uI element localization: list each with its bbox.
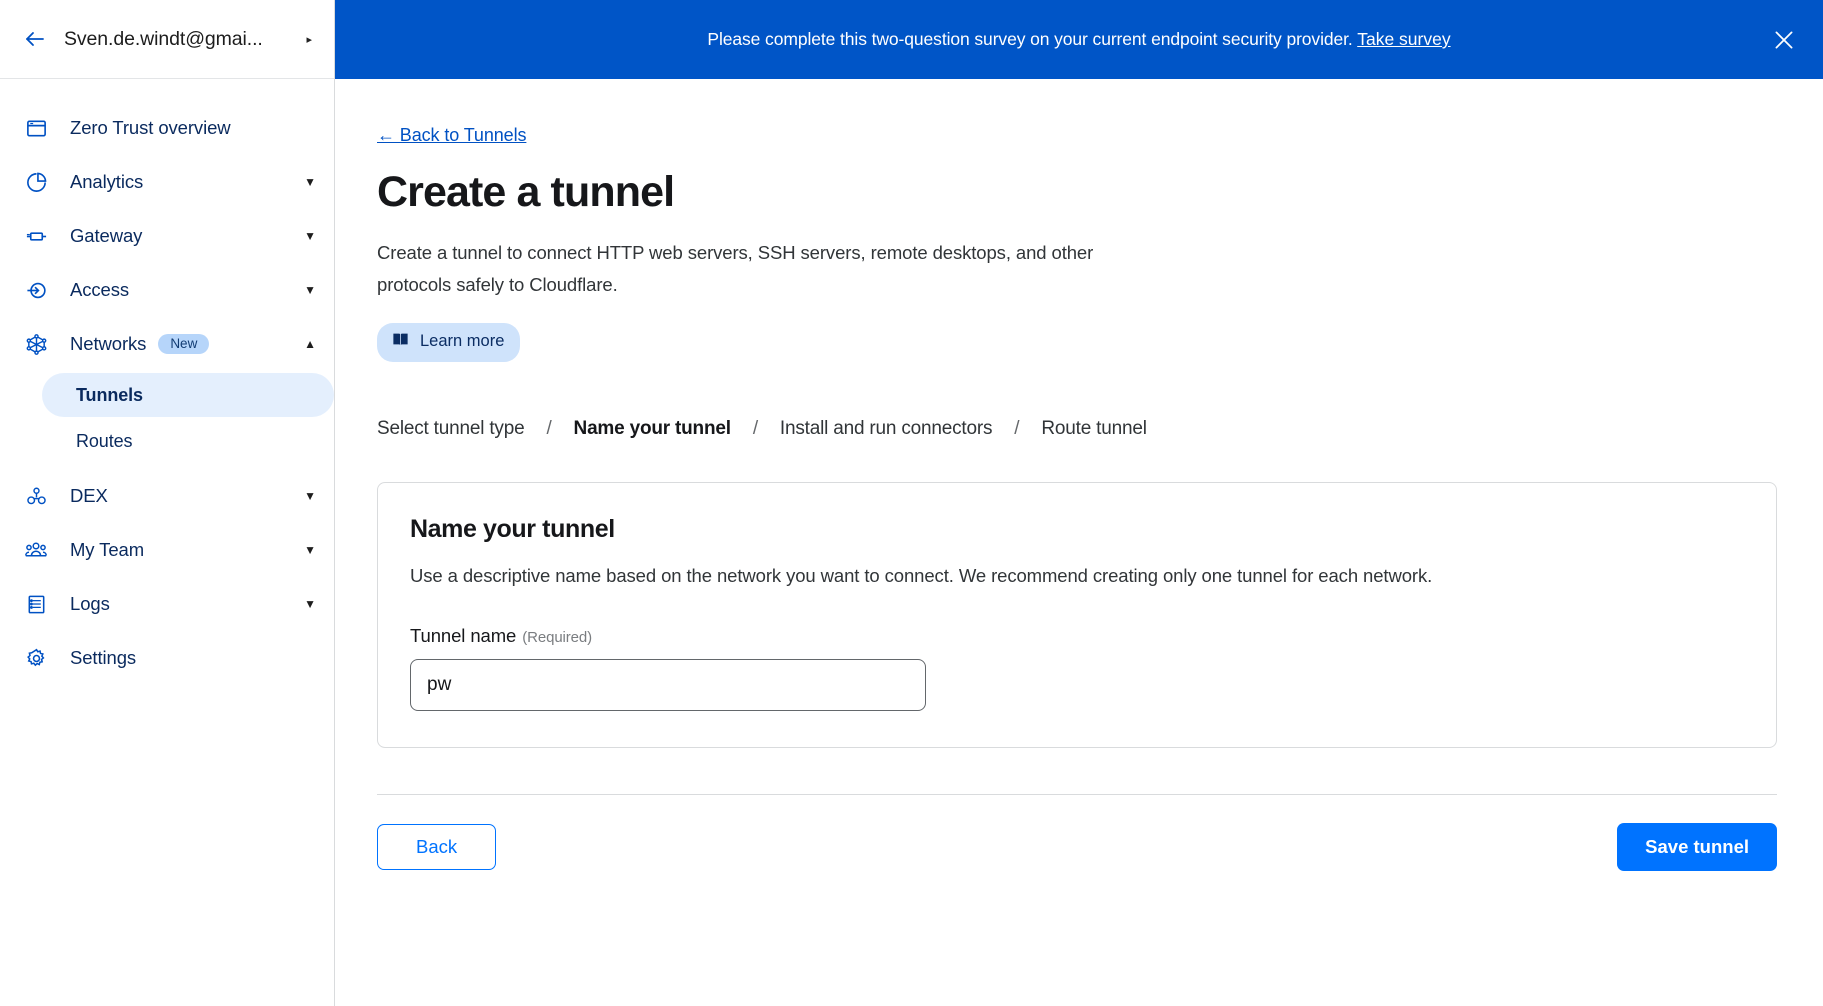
step-select-tunnel-type[interactable]: Select tunnel type [377, 418, 525, 440]
arrow-left-icon[interactable] [22, 26, 48, 52]
sidebar-item-settings[interactable]: Settings [0, 631, 334, 685]
tunnel-name-field: Tunnel name (Required) [410, 625, 1744, 711]
chevron-down-icon[interactable]: ▼ [304, 176, 316, 188]
tunnel-name-label: Tunnel name (Required) [410, 625, 592, 646]
sidebar-item-label: Zero Trust overview [70, 117, 231, 138]
actions-divider [377, 793, 1777, 795]
close-icon[interactable] [1767, 23, 1801, 57]
sidebar-item-my-team[interactable]: My Team ▼ [0, 523, 334, 577]
browser-window-icon [22, 114, 50, 142]
sidebar-item-label: Access [70, 279, 130, 300]
name-your-tunnel-card: Name your tunnel Use a descriptive name … [377, 481, 1777, 748]
sidebar: Sven.de.windt@gmai... ▸ Zero Trust overv… [0, 0, 335, 1006]
sidebar-nav: Zero Trust overview Analytics ▼ Gateway … [0, 79, 334, 1006]
wizard-actions: Back Save tunnel [377, 822, 1777, 871]
dex-nodes-icon [22, 482, 50, 510]
sidebar-item-label: My Team [70, 539, 145, 560]
step-route-tunnel[interactable]: Route tunnel [1041, 418, 1147, 440]
chevron-up-icon[interactable]: ▲ [304, 338, 316, 350]
app-root: Sven.de.windt@gmai... ▸ Zero Trust overv… [0, 0, 1823, 1006]
learn-more-button[interactable]: Learn more [377, 322, 521, 362]
sidebar-item-label: DEX [70, 485, 108, 506]
access-arrow-icon [22, 276, 50, 304]
chevron-down-icon[interactable]: ▼ [304, 490, 316, 502]
sidebar-item-tunnels[interactable]: Tunnels [42, 373, 334, 417]
save-tunnel-button[interactable]: Save tunnel [1617, 822, 1777, 871]
sidebar-item-analytics[interactable]: Analytics ▼ [0, 155, 334, 209]
required-hint: (Required) [522, 628, 593, 646]
logs-list-icon [22, 590, 50, 618]
chevron-down-icon[interactable]: ▼ [304, 230, 316, 242]
sidebar-subitem-label: Routes [76, 430, 133, 451]
sidebar-item-routes[interactable]: Routes [42, 419, 334, 463]
page-description: Create a tunnel to connect HTTP web serv… [377, 242, 1094, 295]
banner-text: Please complete this two-question survey… [707, 29, 1353, 49]
status-badge: New [158, 333, 210, 355]
sidebar-item-access[interactable]: Access ▼ [0, 263, 334, 317]
back-to-tunnels-link[interactable]: ← Back to Tunnels [377, 125, 526, 146]
step-separator: / [546, 417, 552, 439]
chevron-down-icon[interactable]: ▼ [304, 598, 316, 610]
chevron-down-icon[interactable]: ▼ [304, 284, 316, 296]
tunnel-name-input[interactable] [410, 658, 926, 711]
back-button[interactable]: Back [377, 823, 497, 870]
people-icon [22, 536, 50, 564]
sidebar-item-gateway[interactable]: Gateway ▼ [0, 209, 334, 263]
step-separator: / [1014, 417, 1020, 439]
sidebar-item-label: Analytics [70, 171, 144, 192]
sidebar-item-label: Networks [70, 333, 147, 354]
sidebar-item-logs[interactable]: Logs ▼ [0, 577, 334, 631]
sidebar-item-label: Logs [70, 593, 110, 614]
chevron-right-icon[interactable]: ▸ [306, 33, 318, 46]
sidebar-item-label: Settings [70, 647, 137, 668]
take-survey-link[interactable]: Take survey [1357, 29, 1450, 49]
learn-more-label: Learn more [420, 332, 505, 351]
sidebar-item-label: Gateway [70, 225, 143, 246]
banner-message: Please complete this two-question survey… [707, 29, 1450, 50]
sidebar-item-zero-trust-overview[interactable]: Zero Trust overview [0, 101, 334, 155]
card-description: Use a descriptive name based on the netw… [410, 564, 1433, 586]
main-content: Please complete this two-question survey… [335, 0, 1823, 1006]
book-icon [391, 330, 410, 354]
sidebar-subitem-label: Tunnels [76, 384, 143, 405]
account-switcher[interactable]: Sven.de.windt@gmai... ▸ [0, 0, 334, 79]
account-name: Sven.de.windt@gmai... [64, 27, 263, 50]
wizard-steps: Select tunnel type / Name your tunnel / … [377, 418, 1777, 440]
chevron-down-icon[interactable]: ▼ [304, 544, 316, 556]
tunnel-name-label-text: Tunnel name [410, 624, 517, 646]
step-name-your-tunnel[interactable]: Name your tunnel [574, 418, 731, 440]
step-separator: / [752, 417, 758, 439]
sidebar-item-dex[interactable]: DEX ▼ [0, 469, 334, 523]
pie-chart-icon [22, 168, 50, 196]
survey-banner: Please complete this two-question survey… [335, 0, 1823, 79]
networks-graph-icon [22, 330, 50, 358]
gateway-icon [22, 222, 50, 250]
gear-icon [22, 644, 50, 672]
page-title: Create a tunnel [377, 168, 675, 216]
card-title: Name your tunnel [410, 514, 615, 543]
page-body: ← Back to Tunnels Create a tunnel Create… [335, 79, 1823, 871]
step-install-and-run-connectors[interactable]: Install and run connectors [780, 418, 993, 440]
sidebar-item-networks[interactable]: Networks New ▲ [0, 317, 334, 371]
